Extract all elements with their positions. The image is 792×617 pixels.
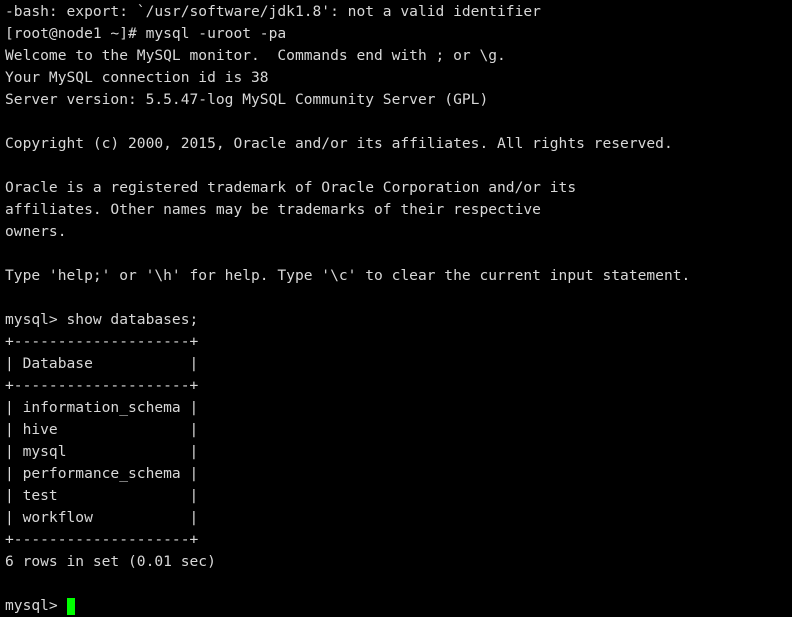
mysql-input-prompt[interactable]: mysql>: [5, 595, 792, 617]
table-row: | hive |: [5, 421, 199, 438]
trademark-line-3: owners.: [5, 223, 67, 240]
text-cursor: [66, 597, 76, 615]
table-row: | information_schema |: [5, 399, 199, 416]
table-row: | workflow |: [5, 509, 199, 526]
bash-error-line: -bash: export: `/usr/software/jdk1.8': n…: [5, 3, 541, 20]
mysql-welcome-line: Welcome to the MySQL monitor. Commands e…: [5, 47, 506, 64]
mysql-server-version-line: Server version: 5.5.47-log MySQL Communi…: [5, 91, 489, 108]
terminal-screen[interactable]: -bash: export: `/usr/software/jdk1.8': n…: [0, 0, 792, 615]
bash-prompt-command-line: [root@node1 ~]# mysql -uroot -pa: [5, 25, 287, 42]
copyright-line: Copyright (c) 2000, 2015, Oracle and/or …: [5, 135, 673, 152]
table-row: | test |: [5, 487, 199, 504]
query-result-line: 6 rows in set (0.01 sec): [5, 553, 216, 570]
trademark-line-1: Oracle is a registered trademark of Orac…: [5, 179, 577, 196]
table-row: | mysql |: [5, 443, 199, 460]
mysql-prompt-label: mysql>: [5, 597, 67, 614]
table-border-bottom: +--------------------+: [5, 531, 199, 548]
table-border-top: +--------------------+: [5, 333, 199, 350]
table-row: | performance_schema |: [5, 465, 199, 482]
table-header-row: | Database |: [5, 355, 199, 372]
mysql-connection-id-line: Your MySQL connection id is 38: [5, 69, 269, 86]
table-border-middle: +--------------------+: [5, 377, 199, 394]
mysql-query-line: mysql> show databases;: [5, 311, 199, 328]
trademark-line-2: affiliates. Other names may be trademark…: [5, 201, 541, 218]
help-hint-line: Type 'help;' or '\h' for help. Type '\c'…: [5, 267, 691, 284]
